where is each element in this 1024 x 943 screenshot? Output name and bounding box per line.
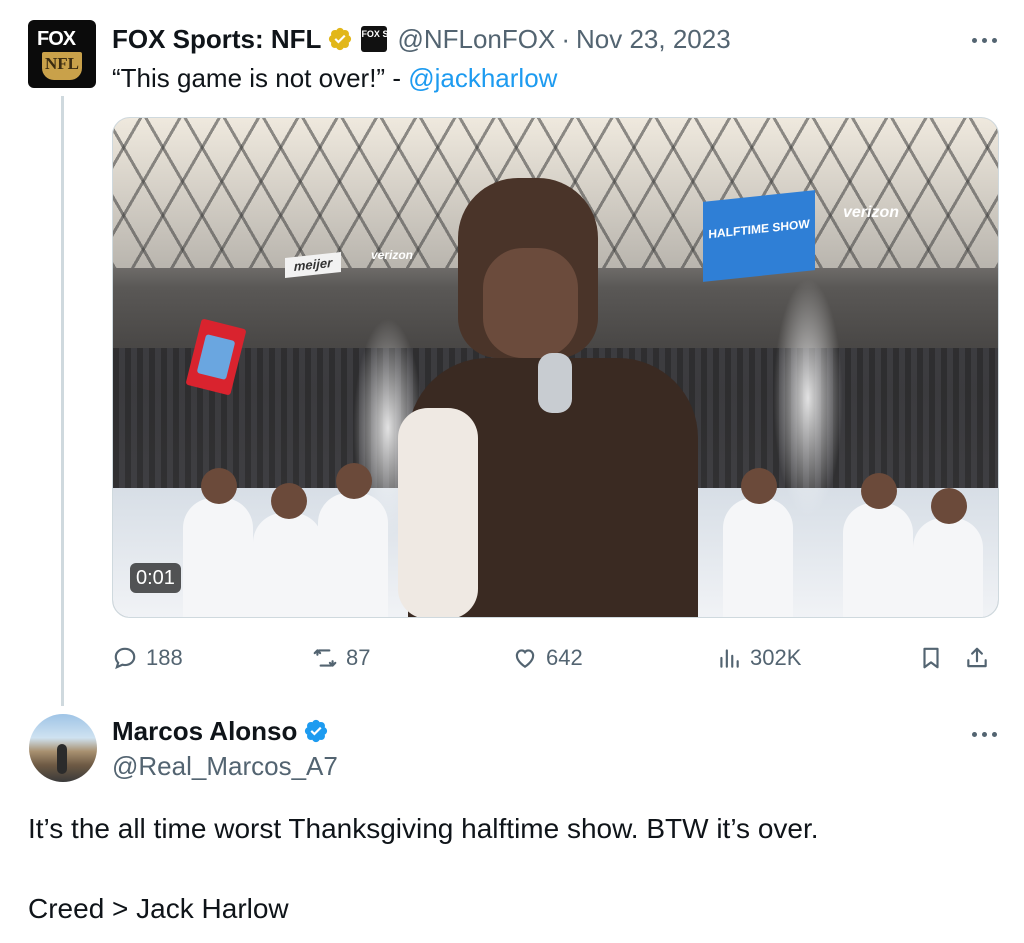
bookmark-icon xyxy=(923,647,939,669)
reply-count: 188 xyxy=(146,645,183,670)
author-name[interactable]: FOX Sports: NFL xyxy=(112,24,321,55)
reply-author-handle[interactable]: @Real_Marcos_A7 xyxy=(112,751,338,782)
dancer-figure xyxy=(723,468,793,617)
reply-author-name[interactable]: Marcos Alonso xyxy=(112,716,297,747)
views-icon xyxy=(720,649,739,668)
bookmark-button[interactable] xyxy=(918,640,944,676)
like-icon xyxy=(515,649,535,668)
verified-gold-icon xyxy=(329,27,352,51)
smoke-effect xyxy=(773,278,843,518)
avatar-nfl-text: NFL xyxy=(45,54,79,73)
verizon-sign: verizon xyxy=(843,204,900,221)
more-icon[interactable] xyxy=(972,728,1002,740)
video-timestamp: 0:01 xyxy=(130,563,181,593)
video-player[interactable]: meijer verizon verizon HALFTIME SHOW xyxy=(112,117,999,618)
dancer-figure xyxy=(843,473,913,617)
like-count: 642 xyxy=(546,645,583,670)
retweet-count: 87 xyxy=(346,645,371,670)
dancer-figure xyxy=(913,488,983,617)
dancer-figure xyxy=(183,468,253,617)
views-count: 302K xyxy=(750,645,802,670)
dancer-figure xyxy=(318,463,388,617)
thread-connector-line xyxy=(61,96,64,706)
reply-button[interactable]: 188 xyxy=(112,640,183,676)
like-button[interactable]: 642 xyxy=(512,640,583,676)
reply-author-header: Marcos Alonso xyxy=(112,715,329,747)
retweet-button[interactable]: 87 xyxy=(312,640,370,676)
fox-sports-affiliate-badge[interactable]: FOX SPORTS xyxy=(361,26,419,52)
share-icon xyxy=(967,647,987,668)
parent-tweet-header: FOX Sports: NFL FOX SPORTS @NFLonFOX · N… xyxy=(112,22,731,56)
reply-tweet-text-line1: It’s the all time worst Thanksgiving hal… xyxy=(28,813,819,844)
halftime-show-screen: HALFTIME SHOW xyxy=(703,190,815,282)
views-button[interactable]: 302K xyxy=(716,640,801,676)
reply-icon xyxy=(114,647,136,670)
mention-link[interactable]: @jackharlow xyxy=(408,63,557,93)
fox-nfl-avatar[interactable]: FOX NFL xyxy=(28,20,96,88)
dancer-figure xyxy=(253,483,323,617)
verified-blue-icon xyxy=(305,719,328,743)
reply-tweet-text-line2: Creed > Jack Harlow xyxy=(28,893,289,924)
tweet-date[interactable]: Nov 23, 2023 xyxy=(576,24,731,55)
header-separator: · xyxy=(561,23,570,54)
share-button[interactable] xyxy=(964,640,990,676)
marcos-alonso-avatar[interactable] xyxy=(29,714,97,782)
author-handle[interactable]: @NFLonFOX xyxy=(397,24,555,55)
more-icon[interactable] xyxy=(972,34,1002,46)
avatar-fox-text: FOX xyxy=(37,28,76,50)
tweet-text-body: “This game is not over!” - xyxy=(112,63,409,93)
parent-tweet-text: “This game is not over!” - @jackharlow xyxy=(112,63,557,94)
tweet-action-bar: 188 87 642 302K xyxy=(112,640,999,676)
retweet-icon xyxy=(313,649,337,667)
performer-figure xyxy=(398,178,698,617)
